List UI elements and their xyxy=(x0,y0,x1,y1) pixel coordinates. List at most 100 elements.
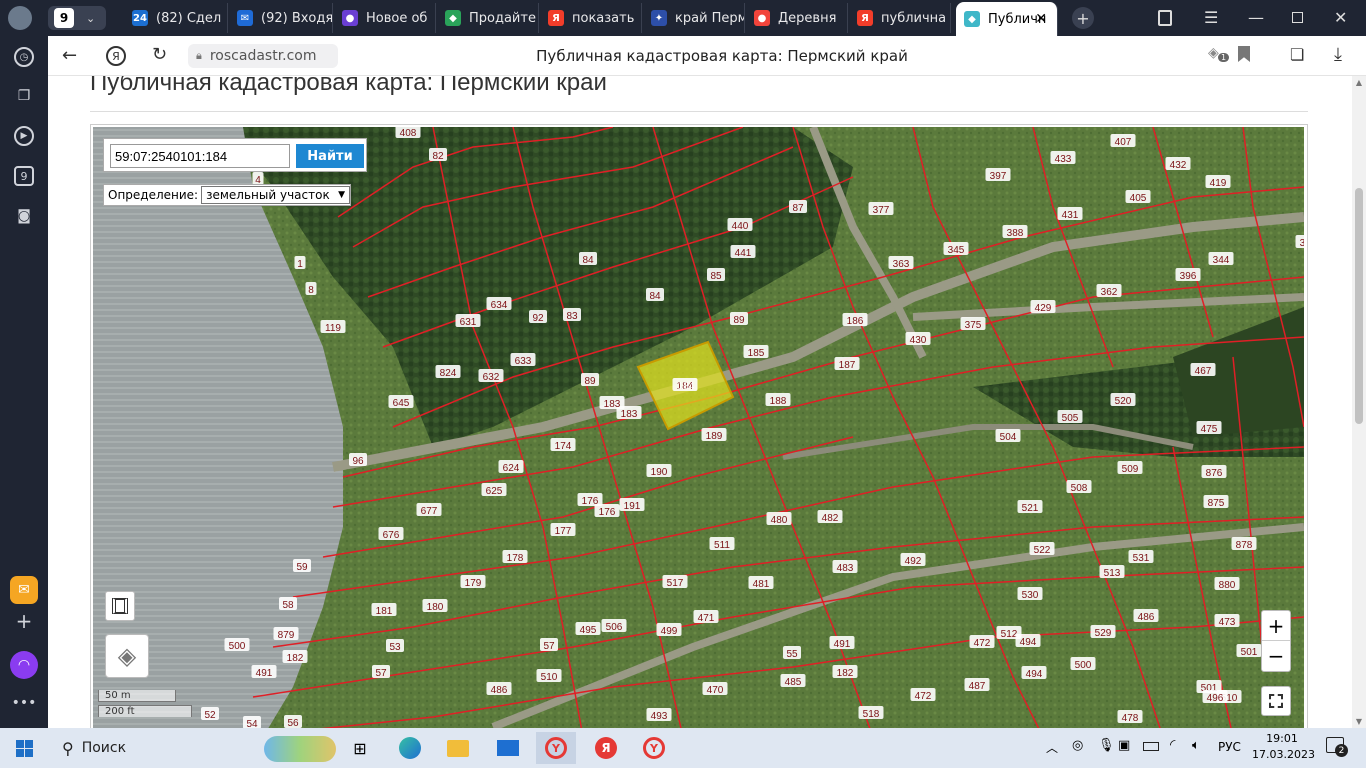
parcel-label[interactable]: 530 xyxy=(1017,587,1043,601)
parcel-label[interactable]: 504 xyxy=(995,429,1021,443)
parcel-label[interactable]: 631 xyxy=(455,314,481,328)
yandex-browser-icon[interactable]: Y xyxy=(634,732,674,764)
parcel-label[interactable]: 182 xyxy=(282,650,308,664)
scroll-down-icon[interactable]: ▼ xyxy=(1352,717,1366,726)
tray-camera-icon[interactable]: ◎ xyxy=(1072,738,1083,753)
parcel-label[interactable]: 513 xyxy=(1099,565,1125,579)
parcel-label[interactable]: 506 xyxy=(601,619,627,633)
parcel-label[interactable]: 471 xyxy=(693,610,719,624)
video-icon[interactable]: ▶ xyxy=(14,126,34,146)
parcel-label[interactable]: 408 xyxy=(395,127,421,139)
file-explorer-icon[interactable] xyxy=(438,732,478,764)
wifi-icon[interactable]: ◜ xyxy=(1170,737,1175,753)
parcel-label[interactable]: 178 xyxy=(502,550,528,564)
parcel-label[interactable]: 54 xyxy=(243,716,261,728)
parcel-label[interactable]: 481 xyxy=(748,576,774,590)
edge-icon[interactable] xyxy=(390,732,430,764)
parcel-label[interactable]: 396 xyxy=(1175,268,1201,282)
mail-app-icon[interactable]: ✉ xyxy=(10,576,38,604)
parcel-label[interactable]: 55 xyxy=(783,646,801,660)
parcel-label[interactable]: 405 xyxy=(1125,190,1151,204)
parcel-label[interactable]: 634 xyxy=(486,297,512,311)
parcel-label[interactable]: 511 xyxy=(709,537,735,551)
tab-5[interactable]: ✦ край Перм xyxy=(643,3,745,33)
parcel-label[interactable]: 491 xyxy=(251,665,277,679)
parcel-label[interactable]: 470 xyxy=(702,682,728,696)
parcel-label[interactable]: 58 xyxy=(279,597,297,611)
tray-chevron-icon[interactable]: ︿ xyxy=(1046,739,1058,756)
parcel-label[interactable]: 397 xyxy=(985,168,1011,182)
parcel-label[interactable]: 494 xyxy=(1021,666,1047,680)
parcel-label[interactable]: 363 xyxy=(888,256,914,270)
parcel-label[interactable]: 483 xyxy=(832,560,858,574)
parcel-label[interactable]: 500 xyxy=(224,638,250,652)
parcel-label[interactable]: 473 xyxy=(1214,614,1240,628)
protect-icon[interactable]: ◈ 1 xyxy=(1208,45,1230,63)
map-canvas[interactable]: 4088240743343243973484194058737743144044… xyxy=(93,127,1304,728)
parcel-label[interactable]: 186 xyxy=(842,313,868,327)
parcel-label[interactable]: 57 xyxy=(540,638,558,652)
tab-6[interactable]: ● Деревня xyxy=(746,3,848,33)
bookmarks-panel-icon[interactable] xyxy=(1158,10,1172,26)
parcel-label[interactable]: 85 xyxy=(707,268,725,282)
mail-taskbar-icon[interactable] xyxy=(488,732,528,764)
parcel-label[interactable]: 52 xyxy=(201,707,219,721)
tab-3[interactable]: ◆ Продайте xyxy=(437,3,539,33)
parcel-label[interactable]: 676 xyxy=(378,527,404,541)
parcel-label[interactable]: 119 xyxy=(320,320,346,334)
parcel-label[interactable]: 429 xyxy=(1030,300,1056,314)
volume-icon[interactable]: 🔈︎ xyxy=(1192,738,1200,753)
reload-icon[interactable]: ↻ xyxy=(152,44,167,65)
yandex-browser-icon[interactable]: Y xyxy=(536,732,576,764)
cadastral-map[interactable]: 4088240743343243973484194058737743144044… xyxy=(93,127,1304,728)
parcel-label[interactable]: 485 xyxy=(780,674,806,688)
restore-icon[interactable] xyxy=(1292,12,1303,23)
close-tab-icon[interactable]: ✕ xyxy=(1035,11,1047,27)
parcel-label[interactable]: 82 xyxy=(429,148,447,162)
bookmark-icon[interactable] xyxy=(1238,46,1250,62)
parcel-label[interactable]: 521 xyxy=(1017,500,1043,514)
parcel-label[interactable]: 177 xyxy=(550,523,576,537)
parcel-label[interactable]: 677 xyxy=(416,503,442,517)
parcel-label[interactable]: 501 xyxy=(1236,644,1262,658)
parcel-label[interactable]: 191 xyxy=(619,498,645,512)
parcel-label[interactable]: 190 xyxy=(646,464,672,478)
parcel-label[interactable]: 478 xyxy=(1117,710,1143,724)
new-tab-button[interactable]: + xyxy=(1072,7,1094,29)
parcel-label[interactable]: 89 xyxy=(581,373,599,387)
tab-1[interactable]: ✉ (92) Входя xyxy=(229,3,333,33)
parcel-label[interactable]: 529 xyxy=(1090,625,1116,639)
parcel-label[interactable]: 625 xyxy=(481,483,507,497)
windows-start-icon[interactable] xyxy=(4,732,44,764)
tab-7[interactable]: Япублична xyxy=(849,3,951,33)
back-icon[interactable]: ← xyxy=(62,45,77,66)
parcel-label[interactable]: 876 xyxy=(1201,465,1227,479)
tab-4[interactable]: Япоказать xyxy=(540,3,642,33)
parcel-label[interactable]: 56 xyxy=(284,715,302,728)
task-view-icon[interactable]: ⊞ xyxy=(340,732,380,764)
parcel-label[interactable]: 509 xyxy=(1117,461,1143,475)
history-icon[interactable]: ◷ xyxy=(14,47,34,67)
network-adapter-icon[interactable]: ▣ xyxy=(1118,738,1130,753)
parcel-label[interactable]: 482 xyxy=(817,510,843,524)
parcel-label[interactable]: 395 xyxy=(1295,235,1305,249)
parcel-label[interactable]: 875 xyxy=(1203,495,1229,509)
parcel-label[interactable]: 181 xyxy=(371,603,397,617)
parcel-label[interactable]: 59 xyxy=(293,559,311,573)
parcel-label[interactable]: 345 xyxy=(943,242,969,256)
parcel-label[interactable]: 510 xyxy=(536,669,562,683)
parcel-label[interactable]: 491 xyxy=(829,636,855,650)
alice-icon[interactable]: ◠ xyxy=(10,651,38,679)
notification-center-icon[interactable]: 2 xyxy=(1326,737,1348,757)
parcel-label[interactable]: 499 xyxy=(656,623,682,637)
menu-icon[interactable]: ☰ xyxy=(1204,8,1218,27)
download-icon[interactable]: ⤓ xyxy=(1334,44,1342,65)
parcel-label[interactable]: 179 xyxy=(460,575,486,589)
collections-icon[interactable]: ❐ xyxy=(14,86,34,106)
parcel-label[interactable]: 362 xyxy=(1096,284,1122,298)
parcel-label[interactable]: 407 xyxy=(1110,134,1136,148)
parcel-label[interactable]: 487 xyxy=(964,678,990,692)
parcel-label[interactable]: 505 xyxy=(1057,410,1083,424)
parcel-label[interactable]: 645 xyxy=(388,395,414,409)
parcel-label[interactable]: 632 xyxy=(478,369,504,383)
